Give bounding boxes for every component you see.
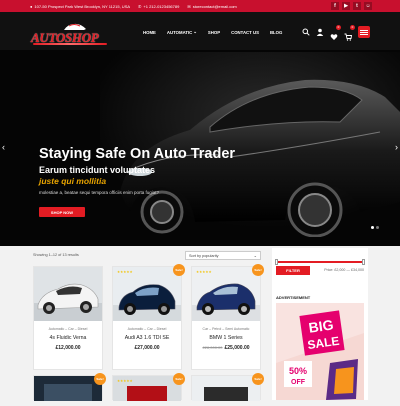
rating-stars: ★★★★★ xyxy=(117,270,133,274)
rating-stars: ★★★★★ xyxy=(196,270,212,274)
nav-shop[interactable]: SHOP xyxy=(208,29,220,35)
hero-car-image xyxy=(100,52,400,237)
twitter-icon[interactable]: t xyxy=(353,2,361,10)
price-slider-min-handle[interactable] xyxy=(275,259,278,265)
product-card[interactable]: Sale! ★★★★★ Car – Petrol – Semi Automati… xyxy=(191,264,264,370)
header-icons: 0 0 xyxy=(302,25,370,41)
product-image xyxy=(192,376,260,401)
product-image xyxy=(34,267,102,321)
hero-title: Staying Safe On Auto Trader xyxy=(39,146,236,162)
advertisement-banner[interactable]: BIG SALE 50% OFF xyxy=(276,303,364,400)
wishlist-button[interactable]: 0 xyxy=(330,25,341,40)
chevron-down-icon: ⌄ xyxy=(193,29,197,34)
hero-description: molestiae a, beatae sequi tempora offici… xyxy=(39,190,159,195)
product-card[interactable]: Automatic – Car – Diesel 4s Fluidic Vern… xyxy=(33,266,103,370)
product-price: £28,000.00 £25,000.00 xyxy=(192,345,260,351)
instagram-icon[interactable]: ☺ xyxy=(364,2,372,10)
product-card[interactable]: Sale! ★★★★★ Automatic – Car – Diesel Aud… xyxy=(112,264,185,370)
product-card[interactable]: Sale! xyxy=(33,373,106,401)
heart-icon xyxy=(330,34,338,40)
shop-sidebar: FILTER Price: £2,000 — £34,000 ADVERTISE… xyxy=(272,248,368,400)
main-header: AUTOSHOP HOME AUTOMATIC ⌄ SHOP CONTACT US… xyxy=(0,12,400,50)
nav-contact-us[interactable]: CONTACT US xyxy=(231,29,259,35)
product-price: £27,000.00 xyxy=(113,345,181,351)
rating-stars: ★★★★★ xyxy=(117,379,133,383)
location-icon: ● xyxy=(30,3,33,9)
product-card[interactable]: Sale! xyxy=(191,373,264,401)
sort-select[interactable]: Sort by popularity ⌄ xyxy=(185,251,261,260)
nav-blog[interactable]: BLOG xyxy=(270,29,282,35)
sale-badge: Sale! xyxy=(252,264,264,276)
product-image xyxy=(34,376,102,401)
product-price: £12,000.00 xyxy=(34,345,102,351)
address-text: 107-50 Prospect Park West Brooklyn, NY 1… xyxy=(34,3,131,9)
sale-badge: Sale! xyxy=(94,373,106,385)
cart-button[interactable]: 0 xyxy=(344,25,355,41)
big-sale-graphic: BIG SALE 50% OFF xyxy=(276,303,364,400)
product-card[interactable]: ★★★★★ Sale! xyxy=(112,373,185,401)
main-nav: HOME AUTOMATIC ⌄ SHOP CONTACT US BLOG xyxy=(143,29,282,35)
product-image xyxy=(192,267,260,321)
product-categories: Automatic – Car – Diesel xyxy=(127,327,167,331)
shop-now-button[interactable]: SHOP NOW xyxy=(39,207,85,217)
ad-off-text: OFF xyxy=(291,379,306,386)
hero-subtitle: Earum tincidunt voluptates xyxy=(39,165,156,175)
slider-dots xyxy=(371,226,379,229)
slider-dot[interactable] xyxy=(376,226,379,229)
sale-badge: Sale! xyxy=(173,264,185,276)
phone-info[interactable]: ✆ +1 212-0123456789 xyxy=(138,4,179,9)
price-slider-range xyxy=(276,261,364,263)
search-icon[interactable] xyxy=(302,28,310,36)
top-bar: ● 107-50 Prospect Park West Brooklyn, NY … xyxy=(0,0,400,12)
product-name[interactable]: BMW 1 Series xyxy=(192,335,260,341)
product-name[interactable]: Audi A3 1.6 TDI SE xyxy=(113,335,181,341)
price-slider-max-handle[interactable] xyxy=(362,259,365,265)
hamburger-menu-icon[interactable] xyxy=(358,26,370,38)
hero-tagline: juste qui mollitia xyxy=(39,176,107,186)
phone-text[interactable]: +1 212-0123456789 xyxy=(143,4,179,9)
wishlist-count: 0 xyxy=(336,25,341,30)
email-info[interactable]: ✉ storecontact@email.com xyxy=(187,4,236,9)
address-info: ● 107-50 Prospect Park West Brooklyn, NY … xyxy=(30,4,130,9)
product-price-current: £25,000.00 xyxy=(224,345,250,351)
youtube-icon[interactable]: ▶ xyxy=(342,2,350,10)
mail-icon: ✉ xyxy=(187,3,191,9)
slider-dot[interactable] xyxy=(371,226,374,229)
cart-count: 0 xyxy=(350,25,355,30)
product-name[interactable]: 4s Fluidic Verna xyxy=(34,335,102,341)
product-categories: Car – Petrol – Semi Automatic xyxy=(202,327,250,331)
sale-badge: Sale! xyxy=(173,373,185,385)
ad-percent-text: 50% xyxy=(289,366,307,376)
hero-slider: ‹ › Staying Safe On Auto Trader Earum ti… xyxy=(0,50,400,246)
site-logo[interactable]: AUTOSHOP xyxy=(31,22,135,46)
product-price-current: £27,000.00 xyxy=(134,345,160,351)
cart-icon xyxy=(344,33,353,41)
product-categories: Automatic – Car – Diesel xyxy=(48,327,88,331)
product-image xyxy=(113,267,181,321)
sale-badge: Sale! xyxy=(252,373,264,385)
social-links: f ▶ t ☺ xyxy=(331,2,372,10)
user-icon[interactable] xyxy=(316,28,324,36)
chevron-down-icon: ⌄ xyxy=(253,253,257,258)
slider-prev-arrow[interactable]: ‹ xyxy=(2,142,5,152)
nav-automatic[interactable]: AUTOMATIC ⌄ xyxy=(167,29,197,35)
phone-icon: ✆ xyxy=(138,3,142,9)
slider-next-arrow[interactable]: › xyxy=(395,142,398,152)
filter-button[interactable]: FILTER xyxy=(276,266,310,275)
facebook-icon[interactable]: f xyxy=(331,2,339,10)
email-text[interactable]: storecontact@email.com xyxy=(193,4,237,9)
nav-home[interactable]: HOME xyxy=(143,29,156,35)
product-price-current: £12,000.00 xyxy=(55,345,81,351)
price-slider[interactable] xyxy=(275,259,365,265)
results-count: Showing 1–12 of 13 results xyxy=(33,253,79,257)
product-price-old: £28,000.00 xyxy=(202,345,223,350)
price-range-label: Price: £2,000 — £34,000 xyxy=(324,268,364,272)
advertisement-heading: ADVERTISEMENT xyxy=(276,295,311,300)
logo-swoosh xyxy=(33,43,107,45)
sort-selected-value: Sort by popularity xyxy=(189,253,219,258)
